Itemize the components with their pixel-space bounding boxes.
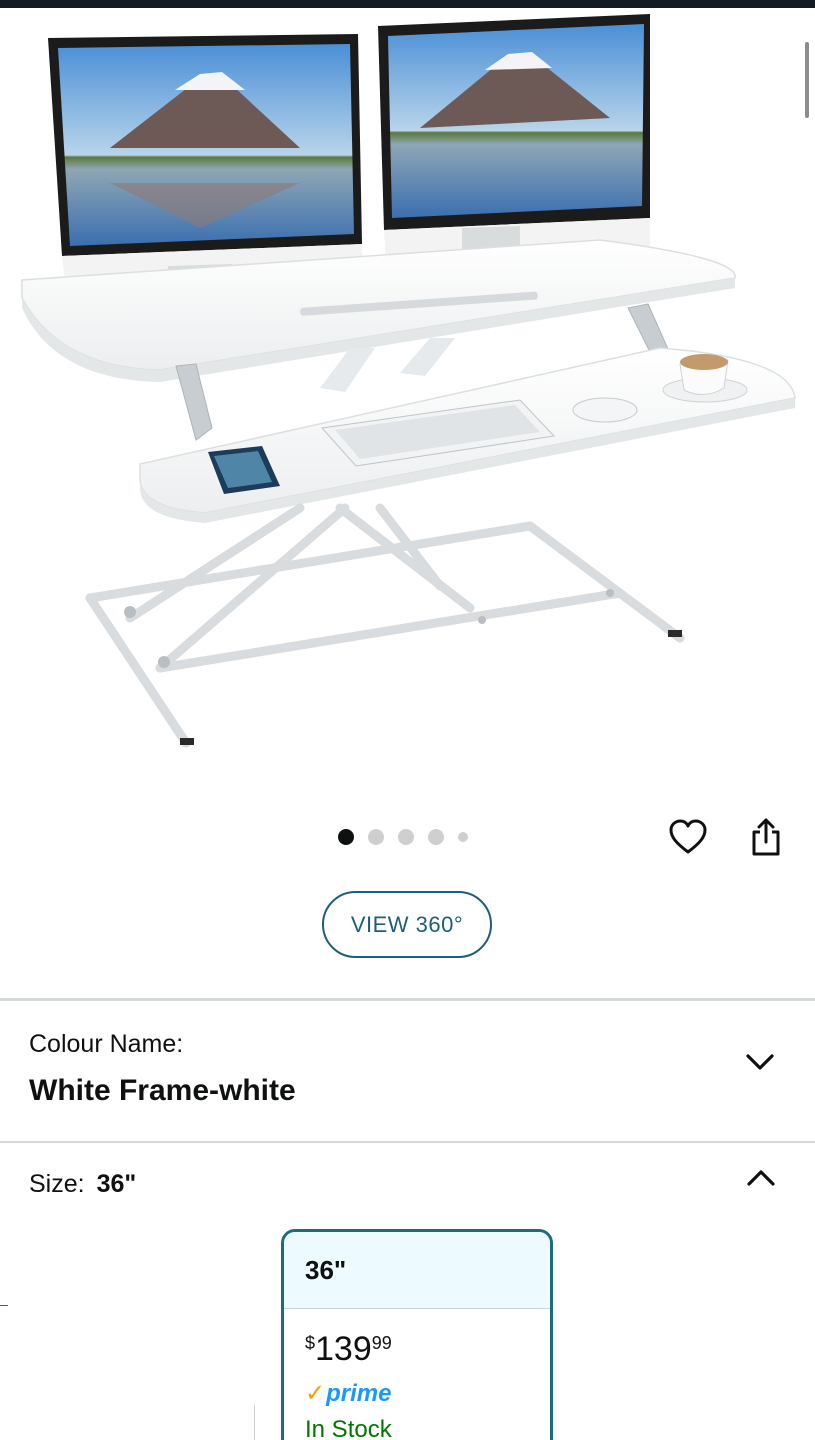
- keyboard-tray: [139, 347, 796, 523]
- size-option-card-selected[interactable]: 36" $13999 ✓prime In Stock: [281, 1229, 553, 1440]
- section-divider: [0, 1141, 815, 1143]
- colour-name-value[interactable]: White Frame-white: [29, 1074, 296, 1108]
- status-bar: [0, 0, 815, 8]
- price-symbol: $: [305, 1333, 316, 1353]
- carousel-dot-5[interactable]: [458, 832, 468, 842]
- chevron-up-icon[interactable]: [743, 1160, 779, 1196]
- carousel-dot-1[interactable]: [338, 829, 354, 845]
- view-360-button[interactable]: VIEW 360°: [322, 891, 492, 958]
- adjacent-card-edge: [0, 1305, 8, 1306]
- product-image[interactable]: [0, 8, 815, 778]
- prime-check-icon: ✓: [305, 1380, 326, 1407]
- size-value: 36": [96, 1170, 137, 1198]
- price-fraction: 99: [371, 1333, 392, 1353]
- chevron-down-icon[interactable]: [742, 1044, 778, 1080]
- share-button[interactable]: [744, 815, 788, 859]
- price-whole: 139: [315, 1330, 372, 1368]
- size-option-price: $13999: [305, 1332, 392, 1366]
- heart-icon: [669, 819, 707, 854]
- share-icon: [752, 818, 780, 856]
- prime-badge: ✓prime: [305, 1379, 391, 1408]
- right-monitor: [378, 14, 650, 270]
- section-divider: [0, 998, 815, 1001]
- colour-name-label: Colour Name:: [29, 1030, 184, 1058]
- size-label: Size:: [29, 1170, 85, 1198]
- carousel-dot-4[interactable]: [428, 829, 444, 845]
- size-row[interactable]: Size: 36": [29, 1170, 136, 1199]
- carousel-dot-2[interactable]: [368, 829, 384, 845]
- image-carousel-dots[interactable]: [338, 829, 482, 845]
- wishlist-button[interactable]: [666, 815, 710, 859]
- availability-status: In Stock: [305, 1416, 392, 1440]
- size-option-name: 36": [284, 1232, 550, 1309]
- carousel-dot-3[interactable]: [398, 829, 414, 845]
- base-frame: [85, 503, 685, 748]
- adjacent-card-edge: [254, 1405, 255, 1440]
- prime-label: prime: [326, 1380, 392, 1407]
